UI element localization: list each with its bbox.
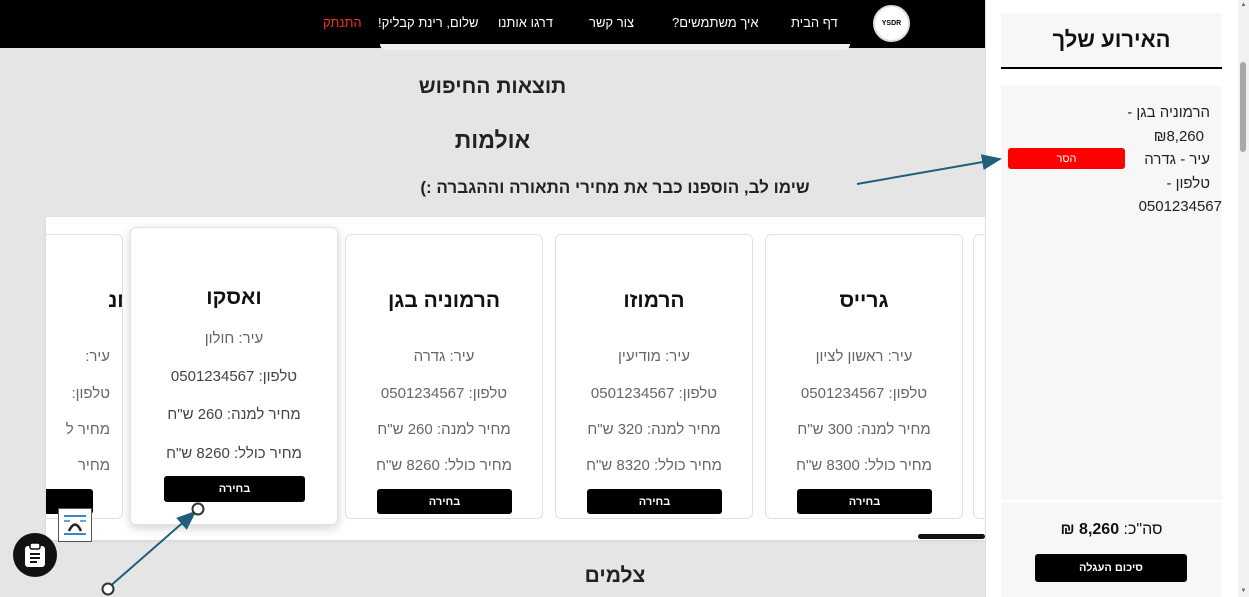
cart-item-price: ₪8,260 (1153, 128, 1204, 145)
search-results-title: תוצאות החיפוש (418, 75, 567, 98)
hall-card-partial-left: חנ עיר: טלפון: מחיר ל מחיר (46, 234, 123, 519)
hall-price-per-plate: מחיר למנה: 260 ש"ח (377, 421, 511, 438)
nav-greeting: שלום, רינת קבליק! (378, 15, 479, 30)
hall-card: הרמוניה בגן עיר: גדרה טלפון: 0501234567 … (345, 234, 543, 519)
hall-card-partial-right (973, 234, 985, 519)
hall-card-hovered: ואסקו עיר: חולון טלפון: 0501234567 מחיר … (130, 227, 338, 525)
hall-phone: טלפון: 0501234567 (800, 385, 928, 402)
hall-card: הרמוזו עיר: מודיעין טלפון: 0501234567 מח… (555, 234, 753, 519)
event-cart-panel: האירוע שלך הרמוניה בגן - ₪8,260 עיר - גד… (985, 0, 1249, 597)
hall-total-price: מחיר כולל: 8260 ש"ח (376, 457, 512, 474)
event-cart-title: האירוע שלך (1052, 27, 1171, 52)
event-cart-list: הרמוניה בגן - ₪8,260 עיר - גדרה הסר טלפו… (1001, 86, 1222, 500)
halls-title: אולמות (454, 127, 531, 153)
event-cart-header: האירוע שלך (1001, 13, 1222, 69)
hall-phone: טלפון: (71, 385, 110, 402)
choose-hall-button[interactable]: בחירה (164, 476, 305, 502)
choose-hall-button[interactable]: בחירה (587, 489, 722, 514)
cart-item-city: עיר - גדרה (1144, 151, 1210, 168)
hall-total-price: מחיר כולל: 8260 ש"ח (166, 445, 302, 462)
hall-price-per-plate: מחיר למנה: 300 ש"ח (797, 421, 931, 438)
cart-item-name: הרמוניה בגן - (1127, 104, 1210, 121)
cart-total-value: 8,260 ₪ (1060, 521, 1120, 538)
hall-total-price: מחיר כולל: 8320 ש"ח (586, 457, 722, 474)
logo[interactable]: YSDR (873, 5, 910, 42)
top-navbar: YSDR דף הבית איך משתמשים? צור קשר דרגו א… (0, 0, 985, 50)
nav-logout-link[interactable]: התנתק (323, 15, 362, 30)
accessibility-button[interactable] (58, 508, 92, 542)
hall-city: עיר: חולון (204, 330, 264, 347)
remove-item-button[interactable]: הסר (1008, 148, 1125, 169)
hall-name: ואסקו (206, 286, 262, 309)
cart-total-label: סה"כ: (1123, 521, 1163, 538)
nav-rate-us-link[interactable]: דרגו אותנו (498, 15, 553, 30)
cart-total: סה"כ: 8,260 ₪ (1001, 521, 1222, 539)
nav-how-to-use-link[interactable]: איך משתמשים? (672, 15, 759, 30)
scroll-up-arrow-icon[interactable]: ▲ (1240, 2, 1247, 8)
hall-phone: טלפון: 0501234567 (170, 368, 298, 385)
carousel-scrollbar[interactable] (918, 534, 985, 539)
arrow-to-remove-button (856, 154, 1002, 185)
accessibility-icon (64, 515, 86, 535)
hall-city: עיר: גדרה (413, 348, 475, 365)
cart-summary-button[interactable]: סיכום העגלה (1035, 554, 1187, 582)
hall-total-price: מחיר (77, 457, 110, 474)
cart-item-phone-label: טלפון - (1166, 175, 1210, 192)
hall-name: הרמוזו (623, 289, 685, 312)
hall-city: עיר: מודיעין (618, 348, 690, 365)
choose-hall-button[interactable]: בחירה (377, 489, 512, 514)
hall-price-per-plate: מחיר למנה: 320 ש"ח (587, 421, 721, 438)
page: YSDR דף הבית איך משתמשים? צור קשר דרגו א… (0, 0, 1249, 597)
sidebar-scroll-thumb[interactable] (1240, 62, 1246, 152)
event-cart-summary: סה"כ: 8,260 ₪ סיכום העגלה (1001, 503, 1222, 597)
hall-price-per-plate: מחיר ל (65, 421, 110, 438)
hall-city: עיר: (85, 348, 110, 365)
photographers-title: צלמים (584, 564, 646, 587)
nav-contact-link[interactable]: צור קשר (589, 15, 634, 30)
cart-item-phone: 0501234567 (1138, 198, 1222, 215)
choose-hall-button[interactable]: בחירה (797, 489, 932, 514)
hall-total-price: מחיר כולל: 8300 ש"ח (796, 457, 932, 474)
hall-price-per-plate: מחיר למנה: 260 ש"ח (167, 406, 301, 423)
hall-city: עיר: ראשון לציון (815, 348, 913, 365)
hall-name: גרייס (839, 289, 889, 312)
hall-phone: טלפון: 0501234567 (590, 385, 718, 402)
lighting-notice: שימו לב, הוספנו כבר את מחירי התאורה וההג… (420, 178, 810, 197)
hall-phone: טלפון: 0501234567 (380, 385, 508, 402)
clipboard-icon (25, 542, 45, 567)
notes-button[interactable] (13, 533, 57, 577)
hall-card: גרייס עיר: ראשון לציון טלפון: 0501234567… (765, 234, 963, 519)
hall-name: הרמוניה בגן (387, 289, 501, 312)
logo-text: YSDR (881, 20, 902, 27)
scroll-down-arrow-icon[interactable]: ▼ (1240, 588, 1247, 594)
halls-carousel[interactable]: גרייס עיר: ראשון לציון טלפון: 0501234567… (46, 217, 985, 540)
arrow-origin-circle (101, 582, 115, 596)
nav-home-link[interactable]: דף הבית (791, 15, 838, 30)
navbar-underline (380, 44, 850, 50)
